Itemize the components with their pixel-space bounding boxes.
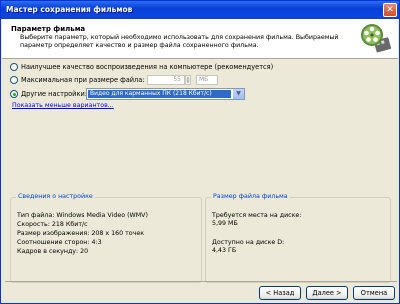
settings-fps: Кадров в секунду: 20 bbox=[17, 248, 89, 255]
option-max-size[interactable]: Максимальная при размере файла: bbox=[10, 75, 145, 85]
film-reel-icon bbox=[361, 24, 392, 53]
settings-info-group: Сведения о настройке Тип файла: Windows … bbox=[10, 193, 202, 283]
chevron-down-icon[interactable]: ▼ bbox=[232, 89, 244, 99]
page-description: Выберите параметр, который необходимо ис… bbox=[20, 34, 339, 49]
radio-other-settings[interactable] bbox=[10, 90, 18, 98]
show-fewer-options-link[interactable]: Показать меньше вариантов... bbox=[12, 102, 114, 109]
close-button[interactable]: ✕ bbox=[383, 3, 397, 17]
wizard-header: Параметр фильма Выберите параметр, котор… bbox=[2, 19, 398, 59]
option-other-settings[interactable]: Другие настройки: bbox=[10, 89, 87, 99]
option-best-quality-label: Наилучшее качество воспроизведения на ко… bbox=[21, 63, 274, 71]
radio-max-size[interactable] bbox=[10, 76, 18, 84]
option-max-size-label: Максимальная при размере файла: bbox=[21, 76, 145, 84]
cancel-button[interactable]: Отмена bbox=[353, 286, 395, 300]
other-settings-selected-value: Видео для карманных ПК (218 Кбит/с) bbox=[88, 90, 231, 98]
max-size-spinner[interactable]: ▲ ▼ bbox=[185, 75, 191, 85]
option-other-settings-label: Другие настройки: bbox=[21, 90, 87, 98]
file-size-title: Размер файла фильма bbox=[211, 193, 290, 200]
page-title: Параметр фильма bbox=[11, 25, 86, 33]
settings-info-title: Сведения о настройке bbox=[16, 193, 95, 200]
window-title: Мастер сохранения фильмов bbox=[6, 5, 133, 14]
file-size-group: Размер файла фильма Требуется места на д… bbox=[205, 193, 391, 283]
max-size-unit-select[interactable]: МБ bbox=[196, 75, 218, 85]
radio-best-quality[interactable] bbox=[10, 63, 18, 71]
settings-bitrate: Скорость: 218 Кбит/с bbox=[17, 221, 88, 228]
settings-aspect-ratio: Соотношение сторон: 4:3 bbox=[17, 239, 102, 246]
settings-file-type: Тип файла: Windows Media Video (WMV) bbox=[17, 212, 148, 219]
save-movie-wizard-window: Мастер сохранения фильмов ✕ Параметр фил… bbox=[0, 0, 400, 304]
other-settings-dropdown[interactable]: Видео для карманных ПК (218 Кбит/с) ▼ bbox=[86, 88, 245, 100]
settings-image-size: Размер изображения: 208 x 160 точек bbox=[17, 230, 145, 237]
required-space-label: Требуется места на диске: bbox=[212, 212, 302, 219]
available-space-value: 4,43 ГБ bbox=[212, 247, 237, 254]
available-space-label: Доступно на диске D: bbox=[212, 239, 285, 246]
next-button[interactable]: Далее > bbox=[306, 286, 348, 300]
back-button[interactable]: < Назад bbox=[259, 286, 301, 300]
max-size-value-input[interactable]: 55 bbox=[147, 75, 185, 85]
title-bar[interactable]: Мастер сохранения фильмов ✕ bbox=[1, 1, 399, 19]
required-space-value: 5,99 МБ bbox=[212, 220, 238, 227]
button-divider bbox=[5, 281, 397, 282]
option-best-quality[interactable]: Наилучшее качество воспроизведения на ко… bbox=[10, 62, 273, 72]
